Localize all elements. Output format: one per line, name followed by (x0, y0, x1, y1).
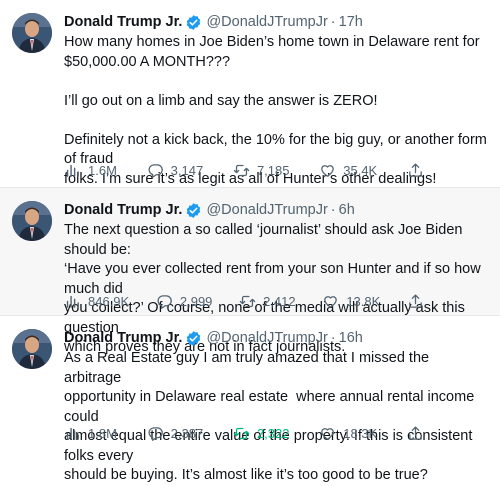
share-icon (409, 425, 422, 440)
views-button[interactable]: 1.6M (64, 162, 117, 179)
reply-icon (148, 426, 163, 441)
reply-icon (157, 294, 172, 309)
tweet-header: Donald Trump Jr. @DonaldJTrumpJr · 6h (64, 201, 355, 219)
author-handle[interactable]: @DonaldJTrumpJr (206, 201, 327, 219)
like-button[interactable]: 35.4K (319, 162, 377, 179)
tweet-timestamp[interactable]: 16h (339, 329, 363, 347)
retweet-count: 7,185 (256, 162, 290, 178)
verified-badge-icon (187, 330, 201, 346)
reply-button[interactable]: 2,999 (156, 293, 213, 310)
tweet-actions: 1.8M 2,387 2,322 18.3K (64, 424, 424, 442)
avatar[interactable] (12, 13, 52, 53)
share-button[interactable] (407, 162, 424, 179)
tweet-header: Donald Trump Jr. @DonaldJTrumpJr · 16h (64, 329, 363, 347)
tweet-actions: 846.9K 2,999 2,412 13.8K (64, 292, 424, 310)
retweet-button[interactable]: 2,322 (233, 425, 290, 442)
author-handle[interactable]: @DonaldJTrumpJr (206, 13, 327, 31)
retweet-button[interactable]: 2,412 (239, 293, 296, 310)
reply-button[interactable]: 2,387 (147, 425, 204, 442)
retweet-button[interactable]: 7,185 (233, 162, 290, 179)
tweet-header: Donald Trump Jr. @DonaldJTrumpJr · 17h (64, 13, 363, 31)
like-icon (324, 295, 338, 308)
tweet[interactable]: Donald Trump Jr. @DonaldJTrumpJr · 16h A… (0, 316, 500, 483)
avatar[interactable] (12, 201, 52, 241)
tweet-feed: Donald Trump Jr. @DonaldJTrumpJr · 17h H… (0, 0, 500, 483)
tweet-timestamp[interactable]: 6h (339, 201, 355, 219)
views-button[interactable]: 846.9K (64, 293, 129, 310)
views-icon (66, 164, 79, 177)
views-count: 846.9K (88, 293, 130, 309)
reply-button[interactable]: 3,147 (147, 162, 204, 179)
separator-dot: · (330, 330, 336, 346)
reply-count: 2,387 (170, 425, 204, 441)
views-count: 1.8M (88, 425, 117, 441)
like-count: 18.3K (343, 425, 378, 441)
author-name[interactable]: Donald Trump Jr. (64, 329, 182, 347)
tweet-text: As a Real Estate guy I am truly amazed t… (64, 350, 475, 483)
views-count: 1.6M (88, 162, 117, 178)
author-name[interactable]: Donald Trump Jr. (64, 13, 182, 31)
share-icon (409, 162, 422, 177)
views-icon (66, 295, 79, 308)
separator-dot: · (330, 202, 336, 218)
separator-dot: · (330, 14, 336, 30)
share-button[interactable] (407, 293, 424, 310)
avatar[interactable] (12, 329, 52, 369)
like-count: 35.4K (343, 162, 378, 178)
verified-badge-icon (187, 202, 201, 218)
reply-icon (148, 163, 163, 178)
retweet-icon (239, 295, 256, 307)
author-name[interactable]: Donald Trump Jr. (64, 201, 182, 219)
tweet-actions: 1.6M 3,147 7,185 35.4K (64, 161, 424, 179)
views-button[interactable]: 1.8M (64, 425, 117, 442)
share-button[interactable] (407, 425, 424, 442)
retweet-icon (233, 164, 250, 176)
tweet[interactable]: Donald Trump Jr. @DonaldJTrumpJr · 17h H… (0, 0, 500, 188)
author-handle[interactable]: @DonaldJTrumpJr (206, 329, 327, 347)
reply-count: 2,999 (179, 293, 213, 309)
tweet-timestamp[interactable]: 17h (339, 13, 363, 31)
like-count: 13.8K (346, 293, 381, 309)
views-icon (66, 427, 79, 440)
like-icon (321, 164, 335, 177)
reply-count: 3,147 (170, 162, 204, 178)
retweet-count: 2,412 (263, 293, 296, 309)
like-button[interactable]: 18.3K (319, 425, 377, 442)
verified-badge-icon (187, 14, 201, 30)
like-button[interactable]: 13.8K (322, 293, 380, 310)
tweet[interactable]: Donald Trump Jr. @DonaldJTrumpJr · 6h Th… (0, 188, 500, 355)
like-icon (321, 427, 335, 440)
retweet-icon (233, 427, 250, 439)
retweet-count: 2,322 (256, 425, 290, 441)
share-icon (409, 293, 422, 308)
